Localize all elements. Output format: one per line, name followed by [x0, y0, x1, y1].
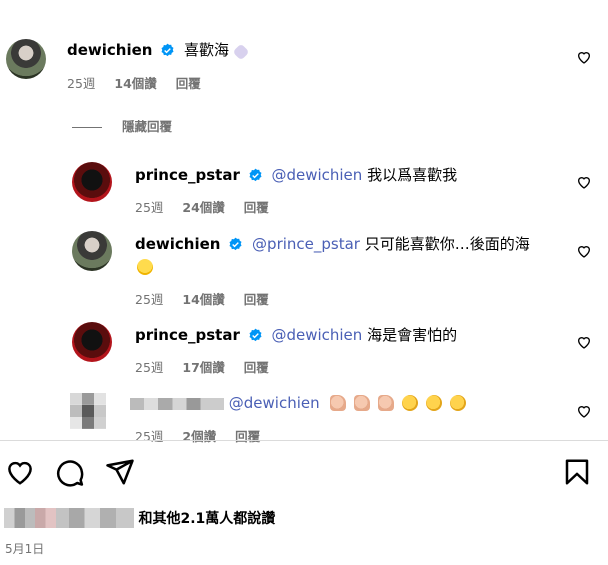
comment-text: 我以爲喜歡我 — [367, 166, 458, 184]
verified-badge-icon — [161, 43, 174, 57]
avatar[interactable] — [72, 231, 112, 271]
avatar[interactable] — [6, 39, 46, 79]
verified-badge-icon — [249, 168, 262, 182]
emoji-group — [330, 394, 474, 412]
thumbs-up-icon — [378, 395, 395, 411]
avatar[interactable] — [72, 322, 112, 362]
verified-badge-icon — [229, 237, 242, 251]
verified-badge-icon — [249, 328, 262, 342]
heart-icon[interactable] — [576, 334, 592, 350]
comment-line: prince_pstar @dewichien 我以爲喜歡我 — [135, 165, 457, 185]
reply-button[interactable]: 回覆 — [244, 360, 269, 375]
like-count[interactable]: 17個讚 — [182, 360, 224, 375]
likes-summary[interactable]: 和其他2.1萬人都說讚 — [4, 508, 275, 532]
comment-line: dewichien @prince_pstar 只可能喜歡你…後面的海 — [135, 234, 530, 254]
comment-meta: 25週 14個讚 回覆 — [67, 73, 216, 92]
comment-meta: 25週 24個讚 回覆 — [135, 197, 284, 216]
comment-text: 海是會害怕的 — [367, 326, 458, 344]
thumbs-up-icon — [330, 395, 347, 411]
clapping-hands-icon — [450, 395, 467, 411]
laughing-face-icon — [137, 259, 153, 275]
heart-icon[interactable] — [576, 174, 592, 190]
purple-heart-icon — [232, 43, 250, 61]
comment-icon[interactable] — [55, 457, 85, 487]
post-date: 5月1日 — [5, 542, 45, 556]
clapping-hands-icon — [402, 395, 419, 411]
like-count[interactable]: 24個讚 — [182, 200, 224, 215]
hide-replies-label: 隱藏回覆 — [122, 119, 173, 134]
like-heart-icon[interactable] — [5, 457, 35, 487]
avatar[interactable] — [72, 162, 112, 202]
comment-text: 喜歡海 — [184, 41, 230, 59]
bookmark-icon[interactable] — [562, 457, 592, 487]
comment-line: @dewichien — [130, 393, 474, 413]
thumbs-up-icon — [354, 395, 371, 411]
reply-button[interactable]: 回覆 — [235, 429, 260, 444]
comment-line: dewichien 喜歡海 — [67, 40, 250, 61]
liked-by-avatars — [4, 508, 134, 528]
comment-meta: 25週 14個讚 回覆 — [135, 289, 284, 308]
mention-link[interactable]: @dewichien — [271, 166, 362, 184]
like-count[interactable]: 2個讚 — [182, 429, 216, 444]
comment-time: 25週 — [67, 76, 96, 91]
comment-meta: 25週 2個讚 回覆 — [135, 426, 275, 445]
username[interactable]: prince_pstar — [135, 326, 240, 344]
reply-button[interactable]: 回覆 — [244, 200, 269, 215]
divider — [0, 440, 608, 441]
heart-icon[interactable] — [576, 49, 592, 65]
comment-text: 只可能喜歡你…後面的海 — [364, 235, 530, 253]
username[interactable]: prince_pstar — [135, 166, 240, 184]
comment-time: 25週 — [135, 200, 164, 215]
heart-icon[interactable] — [576, 403, 592, 419]
mention-link[interactable]: @dewichien — [229, 394, 320, 412]
mention-link[interactable]: @dewichien — [271, 326, 362, 344]
username[interactable] — [130, 397, 224, 410]
comment-time: 25週 — [135, 292, 164, 307]
clapping-hands-icon — [426, 395, 443, 411]
comment-line: prince_pstar @dewichien 海是會害怕的 — [135, 325, 457, 345]
likes-summary-text: 和其他2.1萬人都說讚 — [138, 511, 276, 527]
share-icon[interactable] — [105, 457, 135, 487]
hide-replies-button[interactable]: 隱藏回覆 — [72, 116, 172, 135]
username[interactable]: dewichien — [67, 41, 152, 59]
comment-time: 25週 — [135, 360, 164, 375]
like-count[interactable]: 14個讚 — [114, 76, 156, 91]
reply-button[interactable]: 回覆 — [176, 76, 201, 91]
username[interactable]: dewichien — [135, 235, 220, 253]
heart-icon[interactable] — [576, 243, 592, 259]
divider-dash — [72, 127, 102, 128]
mention-link[interactable]: @prince_pstar — [252, 235, 360, 253]
reply-button[interactable]: 回覆 — [244, 292, 269, 307]
action-bar — [0, 457, 608, 489]
comment-time: 25週 — [135, 429, 164, 444]
like-count[interactable]: 14個讚 — [182, 292, 224, 307]
avatar[interactable] — [70, 393, 106, 429]
comment-meta: 25週 17個讚 回覆 — [135, 357, 284, 376]
comment-line-2 — [137, 257, 153, 277]
